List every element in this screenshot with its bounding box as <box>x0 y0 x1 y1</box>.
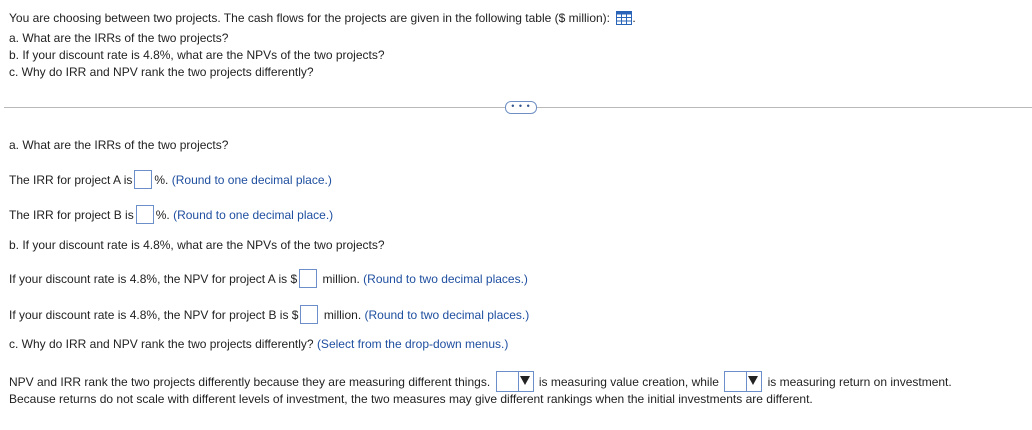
dropdown-arrow-icon <box>748 376 759 385</box>
irr-b-hint: (Round to one decimal place.) <box>173 208 334 222</box>
question-part-b: b. If your discount rate is 4.8%, what a… <box>9 48 385 62</box>
part-c-hint: (Select from the drop-down menus.) <box>316 337 509 351</box>
npv-b-input[interactable] <box>300 305 319 324</box>
measure-dropdown-1[interactable] <box>495 371 534 392</box>
part-c-sentence-2: Because returns do not scale with differ… <box>9 392 813 406</box>
npv-a-row: If your discount rate is 4.8%, the NPV f… <box>9 269 528 288</box>
irr-b-row: The IRR for project B is%. (Round to one… <box>9 205 333 224</box>
npv-a-hint: (Round to two decimal places.) <box>363 272 528 286</box>
part-c-sentence-1: NPV and IRR rank the two projects differ… <box>9 371 952 392</box>
question-part-a: a. What are the IRRs of the two projects… <box>9 31 229 45</box>
irr-a-row: The IRR for project A is%. (Round to one… <box>9 170 332 189</box>
question-part-c: c. Why do IRR and NPV rank the two proje… <box>9 65 314 79</box>
measure-dropdown-2[interactable] <box>724 371 763 392</box>
question-intro: You are choosing between two projects. T… <box>9 11 636 25</box>
irr-b-input[interactable] <box>135 205 154 224</box>
answer-part-a-heading: a. What are the IRRs of the two projects… <box>9 138 229 152</box>
npv-b-row: If your discount rate is 4.8%, the NPV f… <box>9 305 529 324</box>
dropdown-arrow-icon <box>519 376 530 385</box>
expand-more-button[interactable]: • • • <box>505 101 537 114</box>
answer-part-c-heading: c. Why do IRR and NPV rank the two proje… <box>9 337 509 351</box>
table-grid-icon[interactable] <box>616 11 633 25</box>
irr-a-input[interactable] <box>134 170 153 189</box>
npv-b-hint: (Round to two decimal places.) <box>364 308 530 322</box>
npv-a-input[interactable] <box>299 269 318 288</box>
answer-part-b-heading: b. If your discount rate is 4.8%, what a… <box>9 238 385 252</box>
irr-a-hint: (Round to one decimal place.) <box>171 173 332 187</box>
